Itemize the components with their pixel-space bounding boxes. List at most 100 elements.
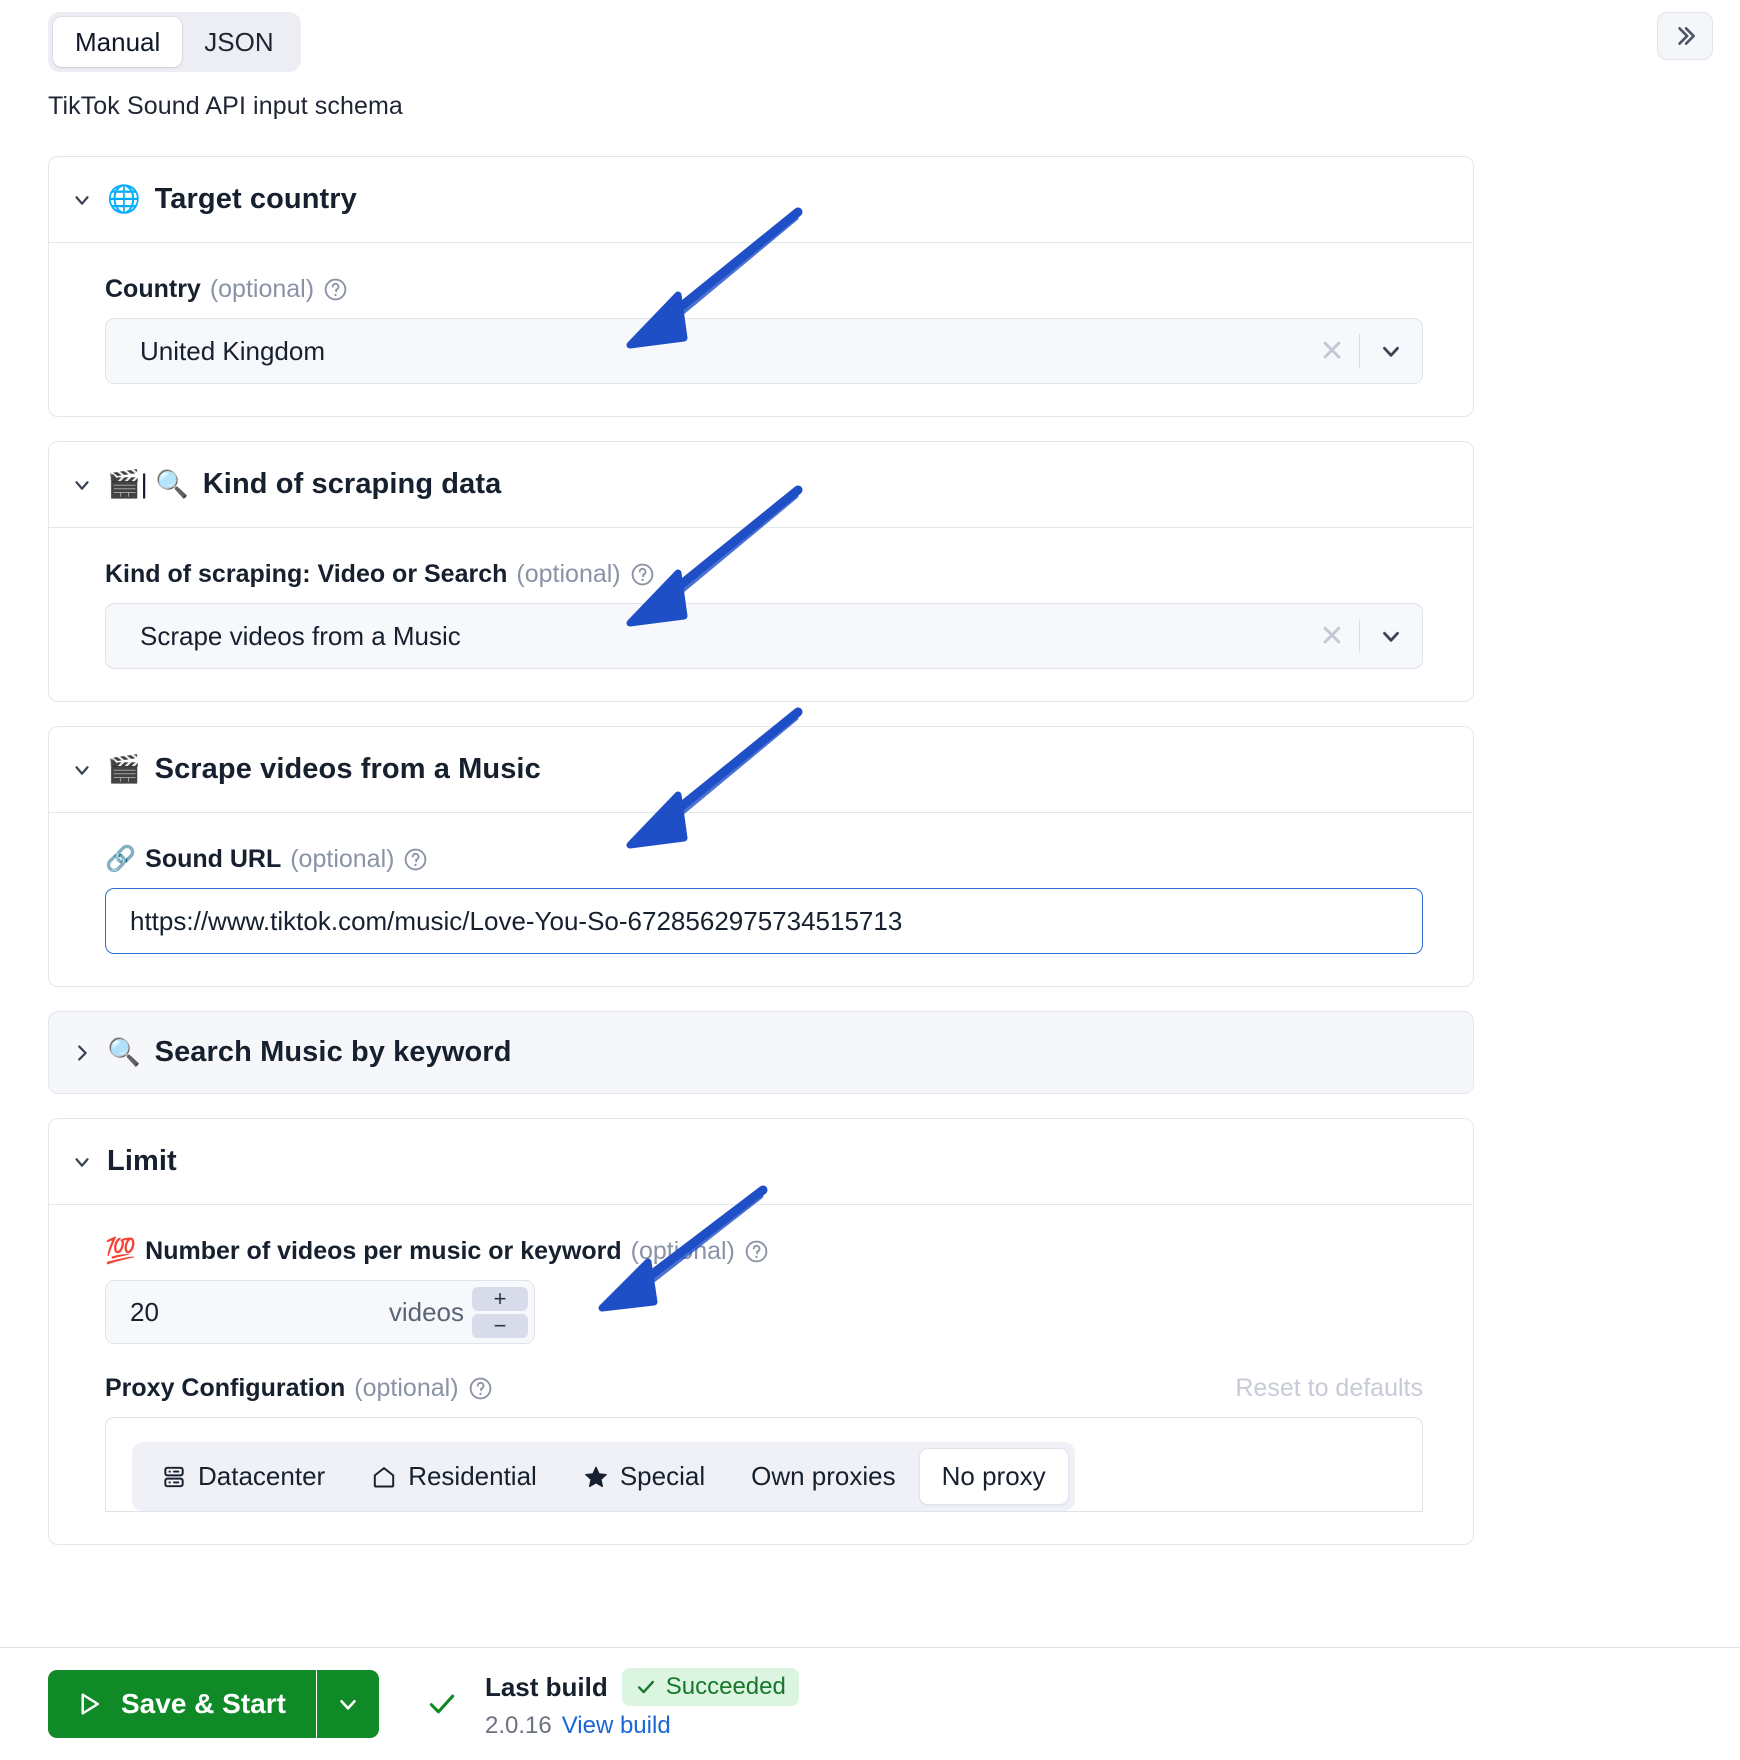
bottom-action-bar: Save & Start Last build Succeeded 2.0.16… — [0, 1647, 1740, 1760]
proxy-tab-label: No proxy — [941, 1461, 1046, 1491]
check-icon — [425, 1687, 459, 1721]
last-build-label: Last build — [484, 1671, 608, 1702]
build-version-row: 2.0.16 View build — [485, 1712, 799, 1740]
divider — [315, 1670, 317, 1738]
sections-list: 🌐 Target country Country (optional) Unit… — [48, 156, 1474, 1569]
label-text: Kind of scraping: Video or Search — [105, 560, 508, 588]
section-limit: Limit 💯 Number of videos per music or ke… — [48, 1118, 1474, 1545]
close-icon[interactable]: ✕ — [1305, 619, 1359, 654]
last-build-info: Last build Succeeded 2.0.16 View build — [485, 1668, 799, 1740]
label-optional: (optional) — [209, 275, 315, 303]
proxy-tab-label: Datacenter — [198, 1461, 326, 1491]
input-schema-panel: Manual JSON TikTok Sound API input schem… — [0, 0, 1740, 1760]
section-target-country: 🌐 Target country Country (optional) Unit… — [48, 156, 1474, 417]
section-header-target-country[interactable]: 🌐 Target country — [49, 157, 1473, 243]
link-icon: 🔗 — [105, 845, 137, 873]
label-optional: (optional) — [630, 1237, 735, 1265]
section-header-limit[interactable]: Limit — [49, 1119, 1473, 1205]
section-title: Target country — [154, 183, 357, 215]
proxy-configuration-header: Proxy Configuration (optional) Reset to … — [105, 1374, 1423, 1403]
last-build-row: Last build Succeeded — [485, 1668, 799, 1706]
proxy-tab-datacenter[interactable]: Datacenter — [138, 1448, 348, 1505]
proxy-tab-label: Special — [619, 1461, 706, 1491]
section-scrape-videos-from-a-music: 🎬 Scrape videos from a Music 🔗 Sound URL… — [48, 726, 1474, 987]
number-of-videos-input[interactable] — [106, 1295, 346, 1329]
field-label-kind-of-scraping: Kind of scraping: Video or Search (optio… — [105, 560, 1447, 589]
help-icon — [324, 278, 347, 301]
proxy-tab-residential[interactable]: Residential — [348, 1448, 560, 1505]
tab-manual[interactable]: Manual — [53, 17, 183, 67]
field-country: Country (optional) United Kingdom ✕ — [75, 275, 1447, 384]
section-title: Kind of scraping data — [202, 468, 502, 500]
chevron-double-right-icon[interactable] — [1657, 12, 1713, 60]
country-select-value: United Kingdom — [140, 335, 325, 366]
schema-caption: TikTok Sound API input schema — [48, 92, 403, 120]
help-icon — [631, 563, 653, 586]
section-header-scrape-videos-from-a-music[interactable]: 🎬 Scrape videos from a Music — [49, 727, 1473, 813]
clapper-board-and-magnifier-icon: 🎬| 🔍 — [107, 469, 189, 499]
check-icon — [637, 1680, 654, 1694]
build-version: 2.0.16 — [484, 1712, 552, 1739]
section-search-music-by-keyword: 🔍 Search Music by keyword — [48, 1011, 1474, 1094]
chevron-down-icon — [75, 1157, 89, 1167]
view-build-link[interactable]: View build — [562, 1712, 671, 1740]
chevron-right-icon — [78, 1044, 87, 1061]
section-body-limit: 💯 Number of videos per music or keyword … — [49, 1205, 1473, 1544]
section-header-kind-of-scraping-data[interactable]: 🎬| 🔍 Kind of scraping data — [49, 442, 1473, 528]
tab-json[interactable]: JSON — [182, 17, 295, 67]
section-body-scrape-videos-from-a-music: 🔗 Sound URL (optional) — [49, 813, 1473, 986]
field-label-proxy-configuration: Proxy Configuration (optional) — [105, 1374, 493, 1403]
stepper-buttons: + − — [472, 1282, 534, 1343]
proxy-tab-label: Residential — [408, 1461, 537, 1491]
chevron-down-icon — [75, 765, 89, 775]
stepper-unit-label: videos — [388, 1296, 464, 1327]
section-title: Scrape videos from a Music — [154, 753, 541, 785]
proxy-tab-no-proxy[interactable]: No proxy — [918, 1448, 1069, 1505]
section-header-search-music-by-keyword[interactable]: 🔍 Search Music by keyword — [49, 1012, 1473, 1093]
editor-mode-switch[interactable]: Manual JSON — [48, 12, 301, 72]
save-and-start-button[interactable]: Save & Start — [48, 1670, 316, 1738]
section-body-target-country: Country (optional) United Kingdom ✕ — [49, 243, 1473, 416]
label-optional: (optional) — [516, 560, 621, 588]
help-icon — [405, 848, 427, 871]
proxy-tab-special[interactable]: Special — [560, 1448, 728, 1505]
country-select[interactable]: United Kingdom ✕ — [105, 318, 1423, 384]
chevron-down-icon — [75, 480, 89, 490]
section-title: Limit — [107, 1145, 177, 1177]
label-text: Number of videos per music or keyword — [145, 1237, 622, 1265]
field-number-of-videos: 💯 Number of videos per music or keyword … — [75, 1237, 1447, 1344]
quantity-stepper[interactable]: videos + − — [105, 1280, 535, 1344]
section-body-kind-of-scraping-data: Kind of scraping: Video or Search (optio… — [49, 528, 1473, 701]
chevron-down-icon[interactable] — [1360, 623, 1422, 649]
server-icon — [164, 1466, 184, 1487]
section-kind-of-scraping-data: 🎬| 🔍 Kind of scraping data Kind of scrap… — [48, 441, 1474, 702]
top-bar: Manual JSON — [0, 0, 1740, 78]
close-icon[interactable]: ✕ — [1305, 334, 1359, 369]
save-start-dropdown-button[interactable] — [316, 1670, 379, 1738]
proxy-tab-own-proxies[interactable]: Own proxies — [728, 1448, 919, 1505]
field-label-sound-url: 🔗 Sound URL (optional) — [105, 845, 1447, 874]
reset-to-defaults-button[interactable]: Reset to defaults — [1235, 1374, 1423, 1403]
status-badge: Succeeded — [621, 1668, 799, 1706]
kind-of-scraping-select[interactable]: Scrape videos from a Music ✕ — [105, 603, 1423, 669]
chevron-down-icon — [75, 195, 89, 205]
proxy-configuration-box: Datacenter Residential Special Own proxi… — [105, 1417, 1423, 1512]
proxy-type-tabs[interactable]: Datacenter Residential Special Own proxi… — [132, 1442, 1075, 1511]
proxy-tab-label: Own proxies — [751, 1461, 896, 1491]
hundred-points-icon: 💯 — [105, 1237, 137, 1265]
field-sound-url: 🔗 Sound URL (optional) — [75, 845, 1447, 954]
sound-url-input[interactable] — [105, 888, 1423, 954]
decrement-button[interactable]: − — [472, 1313, 528, 1338]
label-text: Country — [105, 275, 201, 303]
section-title: Search Music by keyword — [154, 1036, 512, 1068]
chevron-down-icon[interactable] — [1360, 338, 1422, 364]
play-icon — [81, 1693, 99, 1715]
save-start-group: Save & Start — [48, 1670, 379, 1738]
field-label-country: Country (optional) — [105, 275, 1447, 304]
label-optional: (optional) — [354, 1374, 459, 1402]
save-and-start-label: Save & Start — [121, 1688, 286, 1719]
label-optional: (optional) — [290, 845, 395, 873]
label-text: Sound URL — [145, 845, 282, 873]
increment-button[interactable]: + — [472, 1286, 528, 1311]
field-kind-of-scraping: Kind of scraping: Video or Search (optio… — [75, 560, 1447, 669]
